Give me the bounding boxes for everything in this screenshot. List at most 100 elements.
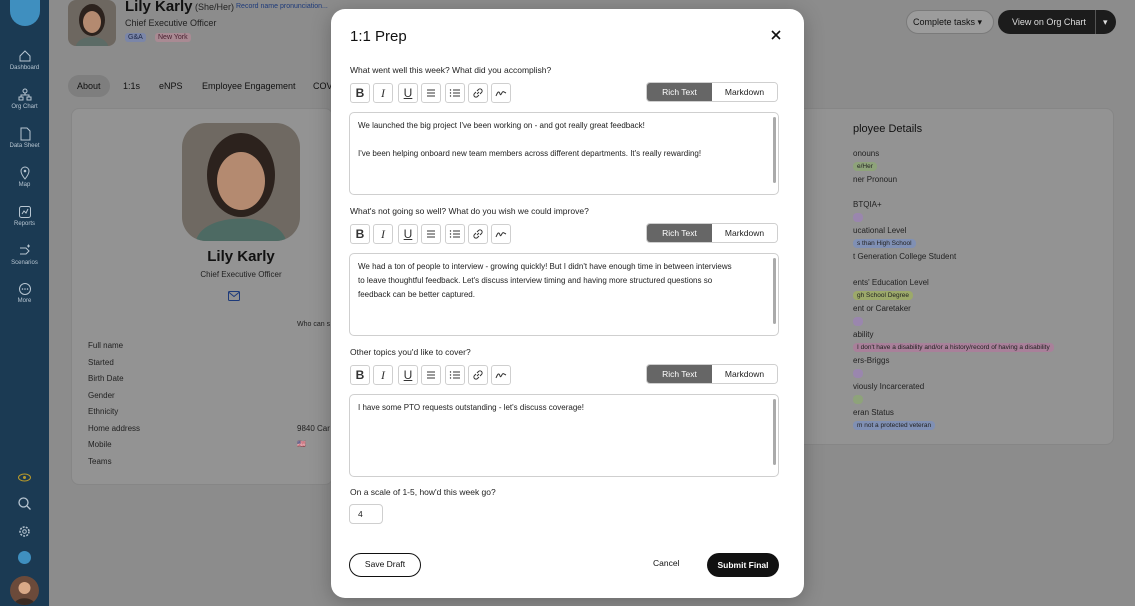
- signature-button[interactable]: [491, 365, 511, 385]
- detail-label: BTQIA+: [853, 200, 882, 209]
- detail-label: eran Status: [853, 408, 894, 417]
- answer-editor[interactable]: We launched the big project I've been wo…: [349, 112, 779, 195]
- rich-text-tab[interactable]: Rich Text: [647, 365, 712, 383]
- scrollbar[interactable]: [773, 399, 776, 465]
- bullet-list-icon: [427, 89, 435, 97]
- bold-button[interactable]: B: [350, 83, 370, 103]
- italic-button[interactable]: I: [373, 224, 393, 244]
- signature-icon: [495, 91, 507, 97]
- view-org-chart-button[interactable]: View on Org Chart ▾: [998, 10, 1116, 34]
- detail-label: ent or Caretaker: [853, 304, 911, 313]
- bulleted-list-button[interactable]: [421, 83, 441, 103]
- sidebar-item-label: More: [17, 298, 32, 304]
- link-button[interactable]: [468, 83, 488, 103]
- employee-title: Chief Executive Officer: [125, 18, 217, 28]
- link-button[interactable]: [468, 224, 488, 244]
- underline-button[interactable]: U: [398, 365, 418, 385]
- who-can-see-label: Who can s: [297, 321, 331, 328]
- sidebar-item-label: Reports: [13, 221, 35, 227]
- sidebar-item-reports[interactable]: Reports: [0, 205, 49, 227]
- bold-button[interactable]: B: [350, 365, 370, 385]
- tab-enps[interactable]: eNPS: [159, 75, 183, 97]
- detail-badge: s than High School: [853, 239, 916, 248]
- editor-mode-toggle: Rich Text Markdown: [646, 364, 778, 384]
- markdown-tab[interactable]: Markdown: [712, 224, 777, 242]
- markdown-tab[interactable]: Markdown: [712, 365, 777, 383]
- detail-badge: [853, 317, 863, 326]
- location-tag[interactable]: New York: [155, 33, 191, 42]
- field-label: Mobile: [88, 440, 112, 449]
- sidebar-item-more[interactable]: More: [0, 282, 49, 304]
- modal-title: 1:1 Prep: [350, 28, 407, 45]
- org-chart-icon: [18, 88, 31, 101]
- mail-icon[interactable]: [228, 291, 240, 301]
- bold-button[interactable]: B: [350, 224, 370, 244]
- link-button[interactable]: [468, 365, 488, 385]
- sidebar-item-data-sheet[interactable]: Data Sheet: [0, 127, 49, 149]
- app-logo[interactable]: [10, 0, 40, 26]
- scrollbar[interactable]: [773, 117, 776, 183]
- link-icon: [473, 229, 483, 239]
- tab-one-on-ones[interactable]: 1:1s: [123, 75, 140, 97]
- rich-text-tab[interactable]: Rich Text: [647, 83, 712, 101]
- sidebar-item-label: Map: [18, 182, 31, 188]
- detail-badge: [853, 213, 863, 222]
- eye-icon[interactable]: [17, 470, 32, 485]
- signature-button[interactable]: [491, 224, 511, 244]
- signature-icon: [495, 373, 507, 379]
- underline-button[interactable]: U: [398, 83, 418, 103]
- gear-icon[interactable]: [17, 524, 32, 539]
- sidebar-item-org-chart[interactable]: Org Chart: [0, 88, 49, 110]
- profile-photo: [182, 123, 300, 241]
- detail-label: onouns: [853, 149, 880, 158]
- tab-about[interactable]: About: [68, 75, 110, 97]
- bulleted-list-button[interactable]: [421, 365, 441, 385]
- app-badge-icon[interactable]: [17, 550, 32, 565]
- sidebar-item-label: Dashboard: [9, 65, 40, 71]
- chevron-down-icon[interactable]: ▾: [1095, 10, 1108, 34]
- italic-button[interactable]: I: [373, 365, 393, 385]
- field-label: Gender: [88, 391, 115, 400]
- numbered-list-button[interactable]: [445, 83, 465, 103]
- numbered-list-icon: [449, 230, 460, 238]
- numbered-list-button[interactable]: [445, 224, 465, 244]
- complete-tasks-button[interactable]: Complete tasks ▾: [906, 10, 994, 34]
- cancel-button[interactable]: Cancel: [653, 558, 679, 568]
- signature-button[interactable]: [491, 83, 511, 103]
- view-org-chart-label: View on Org Chart: [1012, 17, 1086, 27]
- editor-line: I have some PTO requests outstanding - l…: [358, 403, 584, 412]
- scale-rating-input[interactable]: 4: [349, 504, 383, 524]
- more-icon: [18, 283, 31, 295]
- bulleted-list-button[interactable]: [421, 224, 441, 244]
- detail-label: ucational Level: [853, 226, 907, 235]
- tab-cov[interactable]: COV: [313, 75, 333, 97]
- sidebar-item-scenarios[interactable]: Scenarios: [0, 244, 49, 266]
- bullet-list-icon: [427, 230, 435, 238]
- numbered-list-button[interactable]: [445, 365, 465, 385]
- submit-final-button[interactable]: Submit Final: [707, 553, 779, 577]
- answer-editor[interactable]: We had a ton of people to interview - gr…: [349, 253, 779, 336]
- sidebar-item-map[interactable]: Map: [0, 166, 49, 188]
- record-pronunciation-link[interactable]: Record name pronunciation...: [236, 3, 328, 10]
- sidebar-item-dashboard[interactable]: Dashboard: [0, 49, 49, 71]
- editor-line: We had a ton of people to interview - gr…: [358, 262, 732, 271]
- detail-label: ers-Briggs: [853, 356, 890, 365]
- scrollbar[interactable]: [773, 258, 776, 324]
- rich-text-tab[interactable]: Rich Text: [647, 224, 712, 242]
- header-avatar: [68, 0, 116, 46]
- answer-editor[interactable]: I have some PTO requests outstanding - l…: [349, 394, 779, 477]
- save-draft-button[interactable]: Save Draft: [349, 553, 421, 577]
- search-icon[interactable]: [17, 496, 32, 511]
- home-address-value: 9840 Car: [297, 424, 330, 433]
- avatar[interactable]: [10, 576, 39, 605]
- italic-button[interactable]: I: [373, 83, 393, 103]
- close-icon[interactable]: [769, 28, 783, 42]
- markdown-tab[interactable]: Markdown: [712, 83, 777, 101]
- field-label: Teams: [88, 457, 112, 466]
- editor-line: to leave thoughtful feedback. Let's disc…: [358, 276, 713, 285]
- sidebar-item-label: Data Sheet: [9, 143, 40, 149]
- underline-button[interactable]: U: [398, 224, 418, 244]
- numbered-list-icon: [449, 371, 460, 379]
- department-tag[interactable]: G&A: [125, 33, 146, 42]
- tab-employee-engagement[interactable]: Employee Engagement: [202, 75, 296, 97]
